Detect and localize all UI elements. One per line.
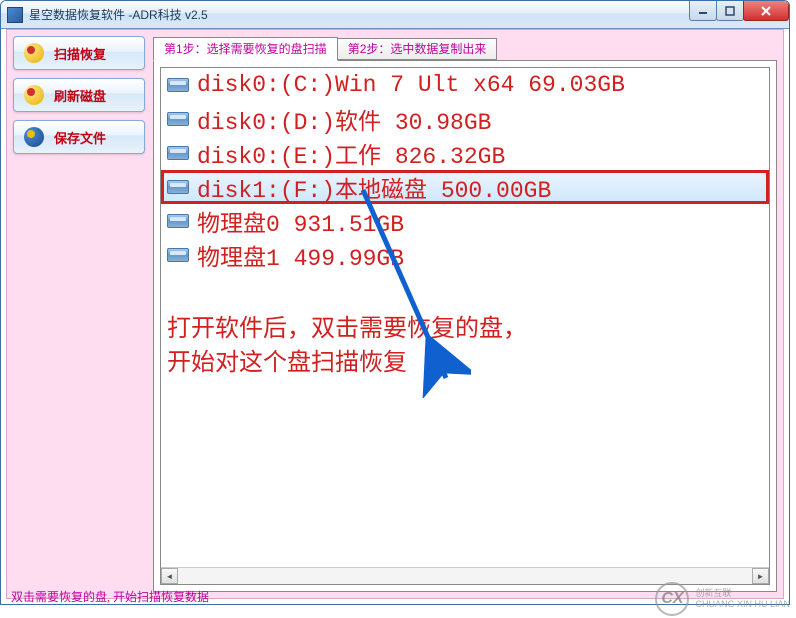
drive-icon	[167, 180, 189, 194]
refresh-icon	[24, 85, 44, 105]
save-label: 保存文件	[54, 128, 106, 147]
app-icon	[7, 7, 23, 23]
titlebar[interactable]: 星空数据恢复软件 -ADR科技 v2.5	[1, 1, 789, 29]
save-icon	[24, 127, 44, 147]
watermark-text: 创新互联 CHUANG XIN HU LIAN	[695, 588, 790, 610]
window-title: 星空数据恢复软件 -ADR科技 v2.5	[29, 6, 208, 23]
refresh-disks-button[interactable]: 刷新磁盘	[13, 78, 145, 112]
scroll-left-button[interactable]: ◄	[161, 568, 178, 584]
drive-icon	[167, 248, 189, 262]
app-window: 星空数据恢复软件 -ADR科技 v2.5 扫描恢复 刷新磁盘	[0, 0, 790, 605]
maximize-button[interactable]	[716, 1, 744, 21]
refresh-label: 刷新磁盘	[54, 86, 106, 105]
main-panel: 第1步：选择需要恢复的盘扫描 第2步：选中数据复制出来 disk0:(C:)Wi…	[153, 36, 777, 592]
save-files-button[interactable]: 保存文件	[13, 120, 145, 154]
annotation-line2: 开始对这个盘扫描恢复	[167, 346, 527, 380]
minimize-icon	[698, 6, 708, 16]
disk-row-selected[interactable]: disk1:(F:)本地磁盘 500.00GB	[161, 170, 769, 204]
disk-label: disk0:(D:)软件 30.98GB	[197, 102, 491, 136]
disk-row[interactable]: 物理盘1 499.99GB	[161, 238, 769, 272]
scan-recover-button[interactable]: 扫描恢复	[13, 36, 145, 70]
disk-row[interactable]: disk0:(C:)Win 7 Ult x64 69.03GB	[161, 68, 769, 102]
disk-label: 物理盘1 499.99GB	[197, 238, 404, 272]
disk-row[interactable]: 物理盘0 931.51GB	[161, 204, 769, 238]
disk-row[interactable]: disk0:(E:)工作 826.32GB	[161, 136, 769, 170]
tab-step2[interactable]: 第2步：选中数据复制出来	[337, 38, 498, 60]
watermark-logo: CX	[655, 582, 689, 616]
disk-row[interactable]: disk0:(D:)软件 30.98GB	[161, 102, 769, 136]
tab-step1[interactable]: 第1步：选择需要恢复的盘扫描	[153, 37, 338, 61]
annotation-line1: 打开软件后，双击需要恢复的盘，	[167, 312, 527, 346]
tab-bar: 第1步：选择需要恢复的盘扫描 第2步：选中数据复制出来	[153, 36, 777, 60]
sidebar: 扫描恢复 刷新磁盘 保存文件	[13, 36, 145, 154]
disk-label: disk0:(C:)Win 7 Ult x64 69.03GB	[197, 72, 625, 98]
maximize-icon	[725, 6, 735, 16]
disk-label: disk0:(E:)工作 826.32GB	[197, 136, 505, 170]
magnifier-icon	[24, 43, 44, 63]
drive-icon	[167, 214, 189, 228]
minimize-button[interactable]	[689, 1, 717, 21]
annotation-text: 打开软件后，双击需要恢复的盘， 开始对这个盘扫描恢复	[167, 312, 527, 380]
close-icon	[760, 6, 772, 16]
disk-list: disk0:(C:)Win 7 Ult x64 69.03GB disk0:(D…	[160, 67, 770, 585]
list-viewport: disk0:(C:)Win 7 Ult x64 69.03GB disk0:(D…	[161, 68, 769, 567]
disk-label: disk1:(F:)本地磁盘 500.00GB	[197, 170, 551, 204]
close-button[interactable]	[743, 1, 789, 21]
disk-label: 物理盘0 931.51GB	[197, 204, 404, 238]
content-box: disk0:(C:)Win 7 Ult x64 69.03GB disk0:(D…	[153, 60, 777, 592]
window-controls	[689, 1, 789, 21]
watermark: CX 创新互联 CHUANG XIN HU LIAN	[655, 582, 790, 616]
scan-label: 扫描恢复	[54, 44, 106, 63]
client-area: 扫描恢复 刷新磁盘 保存文件 第1步：选择需要恢复的盘扫描 第2步：选中数据复制…	[6, 29, 784, 599]
drive-icon	[167, 112, 189, 126]
drive-icon	[167, 146, 189, 160]
status-bar: 双击需要恢复的盘, 开始扫描恢复数据	[5, 586, 215, 604]
drive-icon	[167, 78, 189, 92]
